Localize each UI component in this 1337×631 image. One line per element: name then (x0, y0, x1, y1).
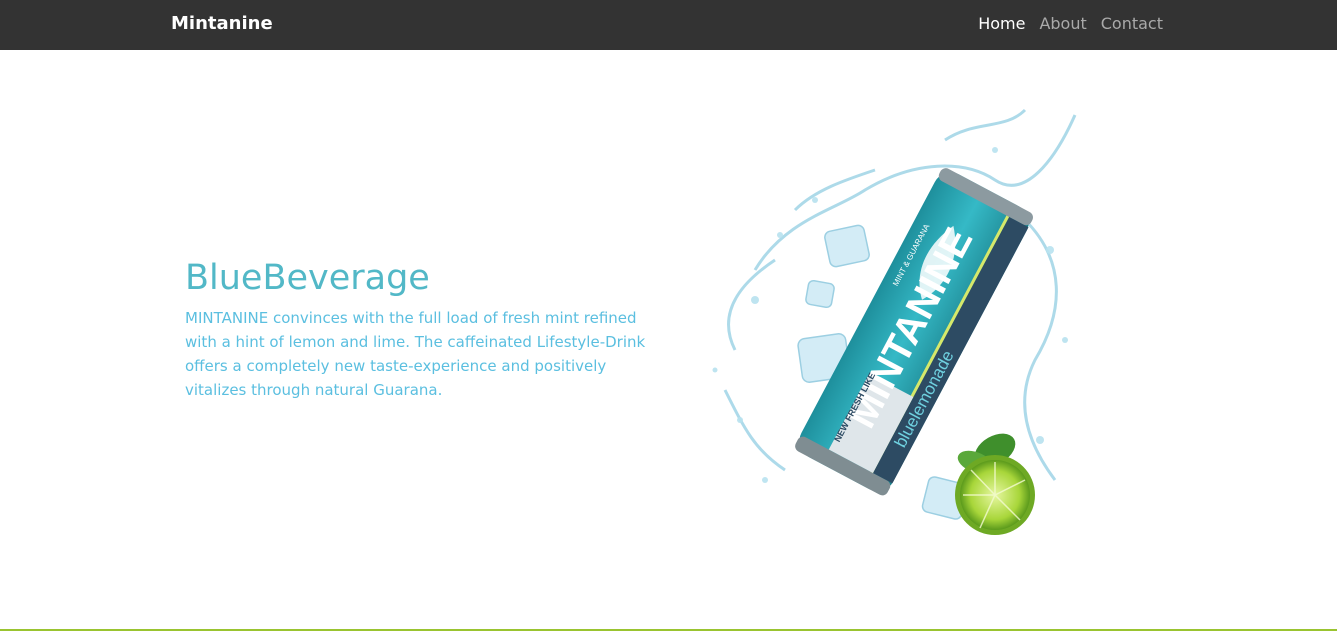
nav-about-link[interactable]: About (1039, 13, 1086, 35)
hero-description: MINTANINE convinces with the full load o… (185, 309, 646, 399)
brand-link[interactable]: Mintanine (171, 12, 273, 36)
navbar: Mintanine Home About Contact (0, 0, 1337, 50)
nav-contact-link[interactable]: Contact (1101, 13, 1163, 35)
lime-garnish (955, 433, 1035, 535)
product-can-illustration: MINTANINE bluelemonade MINT & GUARANA NE… (712, 108, 1077, 535)
product-image: MINTANINE bluelemonade MINT & GUARANA NE… (695, 100, 1095, 550)
main-nav: Home About Contact (964, 13, 1163, 35)
nav-home-link[interactable]: Home (978, 13, 1025, 35)
hero-title: BlueBeverage (185, 258, 430, 298)
